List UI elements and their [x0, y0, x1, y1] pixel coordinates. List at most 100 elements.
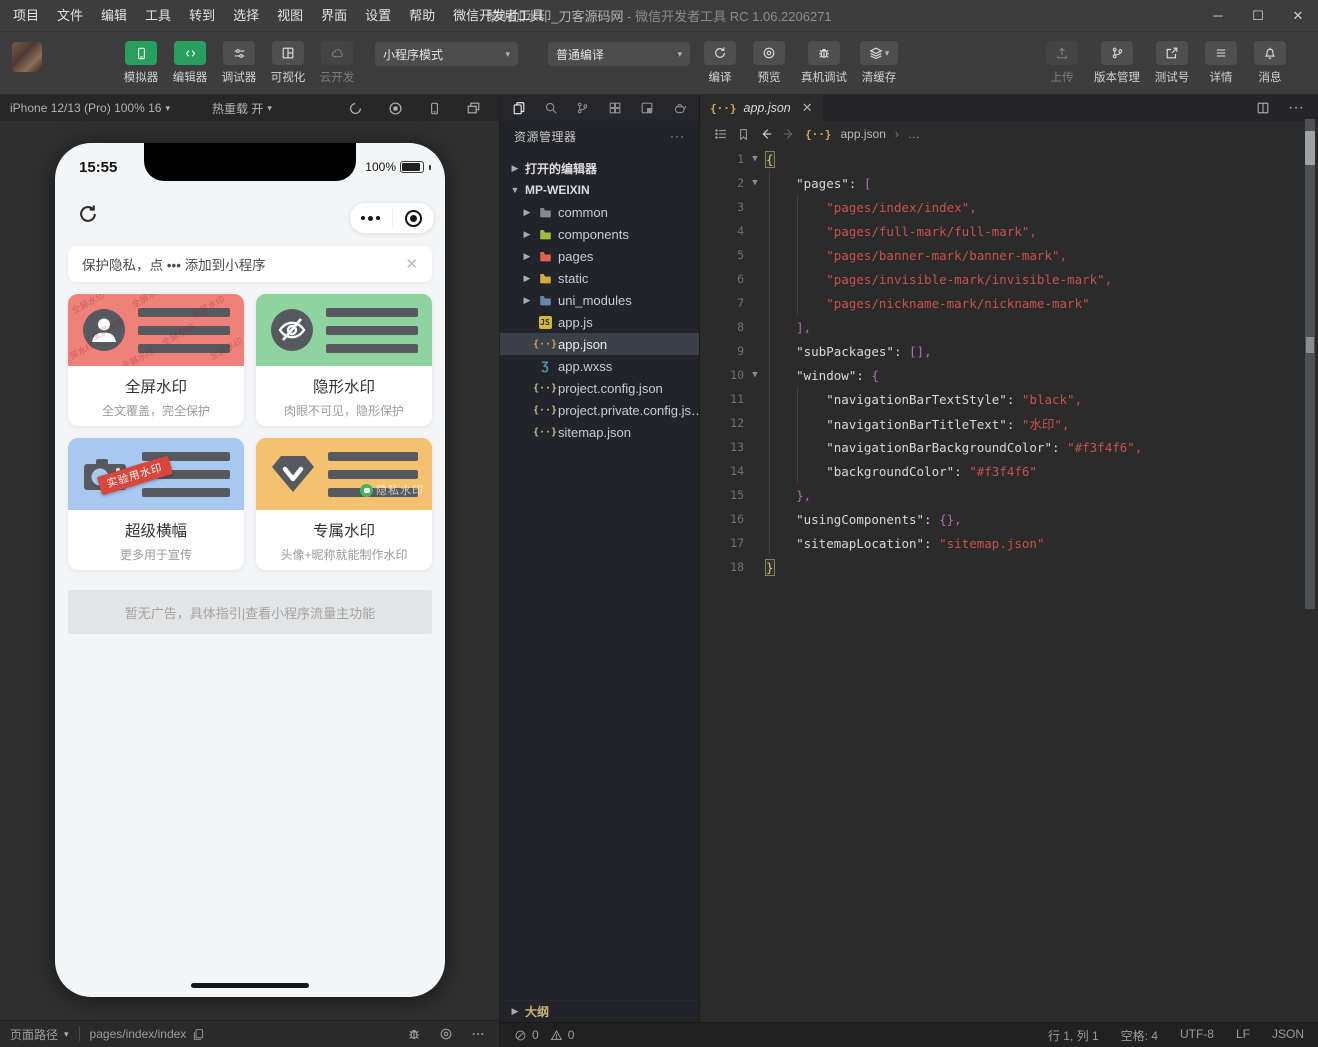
tree-item[interactable]: JS app.js [500, 311, 699, 333]
tree-item[interactable]: {··} project.config.json [500, 377, 699, 399]
search-icon[interactable] [544, 101, 558, 115]
problems-indicator[interactable]: 0 0 [514, 1028, 574, 1042]
watermark-card[interactable]: 实验用水印 超级横幅 更多用于宣传 [68, 438, 244, 570]
compile-button[interactable] [704, 41, 736, 65]
close-button[interactable]: ✕ [1278, 0, 1318, 32]
more-icon[interactable] [471, 1027, 485, 1041]
simulator-button[interactable] [125, 41, 157, 65]
hot-reload-toggle[interactable]: 热重载 开 [212, 100, 263, 117]
menubar-item[interactable]: 微信开发者工具 [444, 0, 553, 32]
tree-item[interactable]: ▶ uni_modules [500, 289, 699, 311]
version-control-button[interactable] [1101, 41, 1133, 65]
cloud-dev-button[interactable] [321, 41, 353, 65]
spinner-icon[interactable] [348, 101, 363, 116]
messages-button[interactable] [1254, 41, 1286, 65]
breadcrumb-more[interactable]: … [908, 127, 920, 141]
windows-icon[interactable] [466, 101, 481, 116]
fold-chevron-icon[interactable]: ▼ [744, 370, 766, 380]
explorer-section-expanded[interactable]: ▼ MP-WEIXIN [500, 179, 699, 201]
debugger-button[interactable] [223, 41, 255, 65]
record-icon[interactable] [388, 101, 403, 116]
tree-item[interactable]: ▶ common [500, 201, 699, 223]
status-item[interactable]: JSON [1272, 1027, 1304, 1044]
teapot-icon[interactable] [672, 101, 687, 115]
breadcrumb-file[interactable]: app.json [841, 127, 886, 141]
fold-chevron-icon[interactable]: ▼ [744, 154, 766, 164]
close-icon[interactable]: ✕ [405, 255, 418, 273]
tree-item[interactable]: ▶ components [500, 223, 699, 245]
more-actions-icon[interactable]: ··· [670, 129, 685, 143]
menubar-item[interactable]: 转到 [180, 0, 224, 32]
tree-item[interactable]: ▶ static [500, 267, 699, 289]
minimize-button[interactable]: ─ [1198, 0, 1238, 32]
reload-icon[interactable] [77, 203, 99, 225]
preview-button[interactable] [753, 41, 785, 65]
mode-select-dropdown[interactable]: 小程序模式 ▾ [375, 42, 518, 66]
status-item[interactable]: UTF-8 [1180, 1027, 1214, 1044]
device-selector[interactable]: iPhone 12/13 (Pro) 100% 16 [10, 101, 161, 115]
watermark-card[interactable]: 隐私水印 专属水印 头像+昵称就能制作水印 [256, 438, 432, 570]
code-area[interactable]: 1 ▼{2 ▼ "pages": [3 "pages/index/index", 4 … [700, 147, 1302, 1022]
bookmark-icon[interactable] [737, 128, 750, 141]
titlebar: 项目 文件 编辑 工具 转到 选择 视图 界面 设置 帮助 微信开发者工具 黎明加水印_刀客源码网 … [0, 0, 1318, 32]
folder-icon [537, 228, 553, 241]
tab-close-icon[interactable]: ✕ [802, 100, 813, 116]
visualization-button[interactable] [272, 41, 304, 65]
fold-chevron-icon[interactable]: ▼ [744, 178, 766, 188]
outline-section[interactable]: ▶ 大纲 [500, 1000, 699, 1022]
ad-placeholder: 暂无广告，具体指引|查看小程序流量主功能 [68, 590, 432, 634]
clear-cache-button[interactable]: ▾ [860, 41, 898, 65]
menubar-item[interactable]: 选择 [224, 0, 268, 32]
tree-item[interactable]: {··} project.private.config.js… [500, 399, 704, 421]
files-icon[interactable] [512, 101, 526, 115]
tree-item[interactable]: Ʒapp.wxss [500, 355, 699, 377]
line-number: 7 [737, 296, 744, 310]
tab-app-json[interactable]: {··} app.json ✕ [700, 95, 823, 121]
version-control-label: 版本管理 [1094, 72, 1140, 84]
watermark-card[interactable]: 隐形水印 肉眼不可见，隐形保护 [256, 294, 432, 426]
editor-scrollbar[interactable] [1305, 119, 1315, 609]
watermark-card[interactable]: 全屏水印 全屏水印 全屏水印 全屏水印 全屏水印 全屏水印 全屏水印 全屏水印 全屏水印 全文覆盖… [68, 294, 244, 426]
home-circle-icon[interactable] [393, 209, 435, 227]
menubar-item[interactable]: 设置 [356, 0, 400, 32]
menubar-item[interactable]: 编辑 [92, 0, 136, 32]
menubar-item[interactable]: 文件 [48, 0, 92, 32]
upload-button[interactable] [1046, 41, 1078, 65]
breadcrumb: {··} app.json › … [700, 121, 1318, 147]
status-item[interactable]: 行 1, 列 1 [1048, 1027, 1099, 1044]
more-actions-icon[interactable]: ··· [1288, 99, 1304, 117]
tree-item[interactable]: ▶ pages [500, 245, 699, 267]
split-editor-icon[interactable] [1256, 101, 1270, 115]
editor-button[interactable] [174, 41, 206, 65]
extensions-icon[interactable] [608, 101, 622, 115]
scrollbar-thumb[interactable] [1305, 131, 1315, 165]
back-arrow-icon[interactable] [759, 127, 773, 141]
menubar-item[interactable]: 界面 [312, 0, 356, 32]
eye-icon[interactable] [439, 1027, 453, 1041]
menu-dots-icon[interactable] [350, 215, 392, 221]
test-account-button[interactable] [1156, 41, 1188, 65]
source-control-icon[interactable] [576, 101, 589, 115]
status-item[interactable]: 空格: 4 [1121, 1027, 1158, 1044]
layout-icon[interactable] [640, 101, 654, 115]
compile-select-dropdown[interactable]: 普通编译 ▾ [548, 42, 690, 66]
details-button[interactable] [1205, 41, 1237, 65]
bug-icon[interactable] [407, 1027, 421, 1041]
menubar-item[interactable]: 帮助 [400, 0, 444, 32]
tree-item[interactable]: {··} app.json [500, 333, 699, 355]
forward-arrow-icon[interactable] [782, 127, 796, 141]
placeholder-bars [138, 307, 230, 353]
tree-item[interactable]: {··} sitemap.json [500, 421, 699, 443]
explorer-section-collapsed[interactable]: ▶ 打开的编辑器 [500, 157, 699, 179]
menubar-item[interactable]: 工具 [136, 0, 180, 32]
menubar-item[interactable]: 视图 [268, 0, 312, 32]
copy-icon[interactable] [192, 1028, 205, 1041]
status-item[interactable]: LF [1236, 1027, 1250, 1044]
device-icon[interactable] [428, 101, 441, 116]
menubar-item[interactable]: 项目 [4, 0, 48, 32]
device-debug-button[interactable] [808, 41, 840, 65]
page-path-label[interactable]: 页面路径 [10, 1026, 58, 1043]
maximize-button[interactable]: ☐ [1238, 0, 1278, 32]
user-avatar[interactable] [12, 42, 42, 72]
outline-list-icon[interactable] [714, 127, 728, 141]
